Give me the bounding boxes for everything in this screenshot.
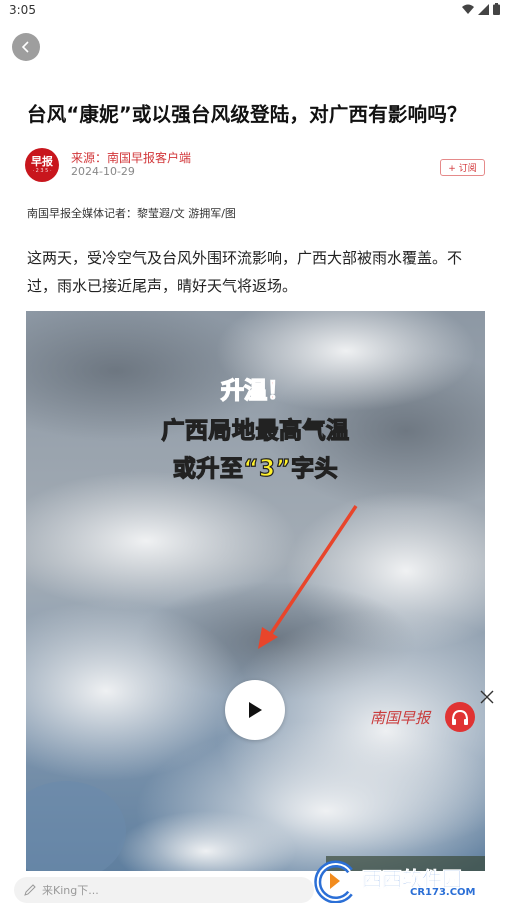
brand-logo-icon [314, 860, 353, 903]
battery-icon [493, 3, 500, 15]
brand-watermark: 西西软件园 CR173.COM [310, 857, 500, 903]
video-overlay-line2: 广西局地最高气温 [161, 417, 350, 444]
byline: 南国早报全媒体记者：黎莹遐/文 游拥军/图 [27, 207, 236, 220]
brand-url: CR173.COM [410, 887, 476, 898]
video-player[interactable]: 升温！ 广西局地最高气温 或升至“3”字头 南国早报 [26, 311, 485, 871]
logo-subtext: · 2 3 5 · [32, 168, 52, 174]
close-icon[interactable] [478, 688, 496, 706]
back-button[interactable] [12, 33, 40, 61]
source-name[interactable]: 来源：南国早报客户端 [71, 149, 191, 166]
article-paragraph: 这两天，受冷空气及台风外围环流影响，广西大部被雨水覆盖。不过，雨水已接近尾声，晴… [27, 249, 463, 295]
signal-icon [478, 3, 489, 15]
play-button[interactable] [225, 680, 285, 740]
status-time: 3:05 [9, 3, 36, 17]
headphones-icon [452, 709, 468, 725]
status-bar: 3:05 [0, 0, 510, 22]
logo-text: 早报 [31, 155, 53, 168]
comment-placeholder: 来King下... [42, 884, 99, 897]
publish-date: 2024-10-29 [71, 165, 135, 178]
video-watermark: 南国早报 [370, 709, 431, 727]
status-icons [462, 3, 500, 15]
article-title: 台风“康妮”或以强台风级登陆，对广西有影响吗？ [27, 103, 467, 126]
comment-input[interactable]: 来King下... [14, 877, 314, 903]
subscribe-button[interactable]: + 订阅 [440, 159, 485, 176]
video-overlay-line3: 或升至“3”字头 [172, 455, 339, 482]
back-arrow-icon [21, 41, 29, 53]
play-icon [249, 702, 262, 718]
wifi-icon [462, 4, 474, 14]
listen-button[interactable] [445, 702, 475, 732]
source-logo[interactable]: 早报 · 2 3 5 · [25, 148, 59, 182]
pen-icon [24, 884, 36, 896]
video-overlay-line1: 升温！ [220, 377, 291, 405]
